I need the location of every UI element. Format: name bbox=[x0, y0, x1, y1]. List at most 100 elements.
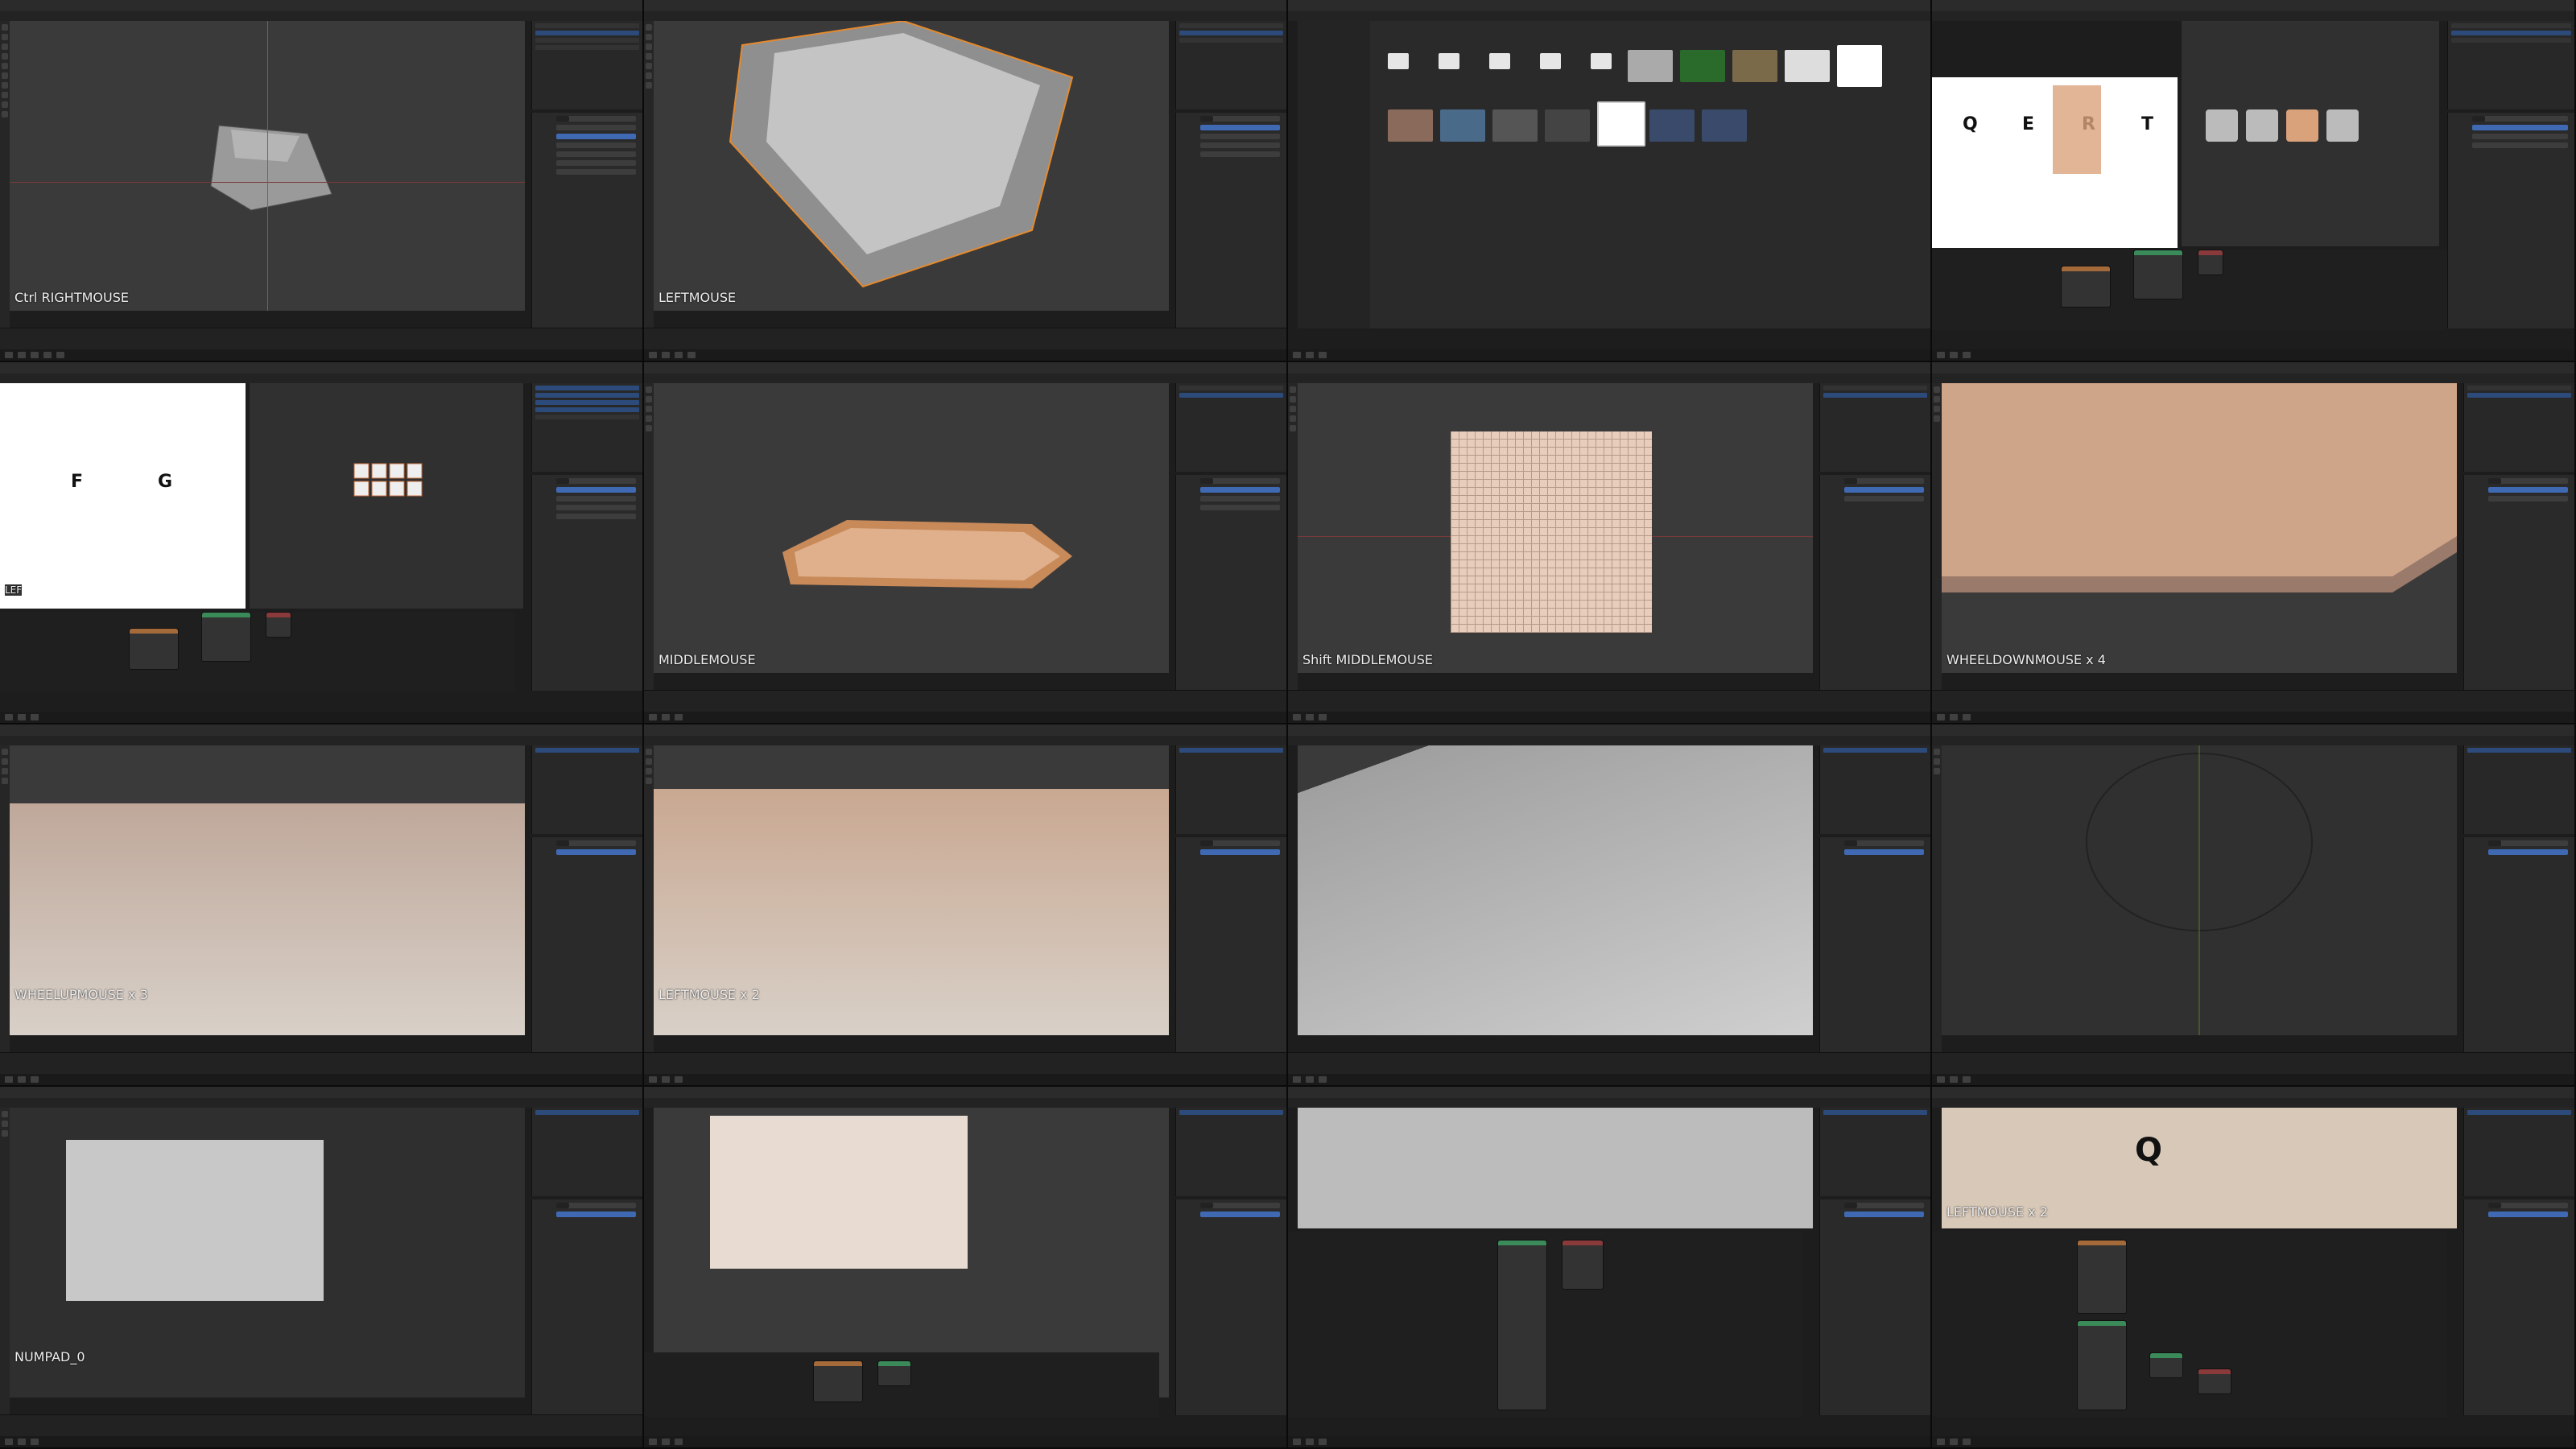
properties-panel[interactable] bbox=[531, 475, 642, 691]
folder-icon[interactable] bbox=[1439, 53, 1459, 69]
3d-viewport[interactable] bbox=[250, 383, 523, 609]
outliner[interactable] bbox=[1175, 383, 1286, 472]
bsdf-node[interactable] bbox=[2077, 1320, 2127, 1410]
properties-panel[interactable] bbox=[1819, 475, 1930, 691]
properties-panel[interactable] bbox=[1175, 113, 1286, 328]
outliner[interactable] bbox=[1175, 1108, 1286, 1196]
timeline[interactable] bbox=[0, 1052, 642, 1074]
timeline[interactable] bbox=[0, 328, 642, 349]
timeline[interactable] bbox=[1288, 690, 1930, 712]
3d-viewport[interactable]: Shift MIDDLEMOUSE bbox=[1298, 383, 1813, 673]
output-node[interactable] bbox=[2198, 1368, 2231, 1394]
outliner[interactable] bbox=[2463, 745, 2574, 834]
3d-viewport[interactable]: Ctrl RIGHTMOUSE bbox=[10, 21, 525, 311]
menu-bar[interactable] bbox=[644, 736, 1286, 745]
bsdf-node[interactable] bbox=[2133, 250, 2183, 299]
properties-panel[interactable] bbox=[1819, 1199, 1930, 1415]
image-editor[interactable]: F G LEF bbox=[0, 383, 246, 609]
image-editor[interactable]: Q E R T bbox=[1932, 77, 2178, 248]
folder-icon[interactable] bbox=[1591, 53, 1612, 69]
folder-icon[interactable] bbox=[1489, 53, 1510, 69]
outliner[interactable] bbox=[531, 1108, 642, 1196]
keycap-closeup[interactable] bbox=[654, 21, 1169, 311]
image-thumbnail[interactable] bbox=[1388, 109, 1433, 142]
properties-panel[interactable] bbox=[2463, 1199, 2574, 1415]
timeline[interactable] bbox=[644, 1052, 1286, 1074]
menu-bar[interactable] bbox=[1932, 374, 2574, 383]
3d-viewport[interactable]: LEFTMOUSE bbox=[654, 21, 1169, 311]
outliner[interactable] bbox=[1819, 1108, 1930, 1196]
outliner[interactable] bbox=[1175, 21, 1286, 109]
image-thumbnail-selected[interactable] bbox=[1597, 101, 1645, 147]
node-editor[interactable] bbox=[1932, 250, 2447, 330]
image-thumbnail[interactable] bbox=[1440, 109, 1485, 142]
timeline[interactable] bbox=[1932, 690, 2574, 712]
keyboard-perspective[interactable] bbox=[1942, 383, 2457, 673]
image-thumbnail[interactable] bbox=[1785, 50, 1830, 82]
bsdf-node[interactable] bbox=[877, 1360, 911, 1386]
tool-shelf[interactable] bbox=[0, 745, 10, 1053]
texture-node[interactable] bbox=[129, 628, 179, 670]
outliner[interactable] bbox=[1819, 383, 1930, 472]
3d-viewport[interactable]: MIDDLEMOUSE bbox=[654, 383, 1169, 673]
file-browser-sidebar[interactable] bbox=[1298, 21, 1370, 328]
texture-node[interactable] bbox=[2061, 266, 2111, 308]
bsdf-node[interactable] bbox=[201, 612, 251, 662]
properties-panel[interactable] bbox=[1819, 837, 1930, 1053]
file-browser[interactable] bbox=[1298, 21, 1930, 328]
image-thumbnail[interactable] bbox=[1680, 50, 1725, 82]
timeline[interactable] bbox=[644, 690, 1286, 712]
properties-panel[interactable] bbox=[1175, 1199, 1286, 1415]
node-editor[interactable] bbox=[0, 612, 515, 692]
properties-panel[interactable] bbox=[1175, 837, 1286, 1053]
tool-shelf[interactable] bbox=[1932, 745, 1942, 1053]
3d-viewport[interactable]: NUMPAD_0 bbox=[10, 1108, 525, 1397]
menu-bar[interactable] bbox=[1932, 11, 2574, 21]
keyboard-mesh[interactable] bbox=[654, 383, 1169, 673]
3d-viewport[interactable] bbox=[1942, 745, 2457, 1035]
keycap-r[interactable] bbox=[2286, 109, 2318, 142]
properties-panel[interactable] bbox=[531, 837, 642, 1053]
tool-shelf[interactable] bbox=[0, 21, 10, 328]
3d-viewport[interactable] bbox=[1298, 745, 1813, 1035]
menu-bar[interactable] bbox=[1932, 736, 2574, 745]
output-node[interactable] bbox=[266, 612, 291, 638]
3d-viewport[interactable]: Q LEFTMOUSE x 2 bbox=[1942, 1108, 2457, 1228]
keycap-q[interactable] bbox=[2206, 109, 2238, 142]
mix-node[interactable] bbox=[2149, 1352, 2183, 1378]
image-thumbnail[interactable] bbox=[1837, 45, 1882, 87]
keyboard-topview[interactable] bbox=[1451, 431, 1652, 633]
keycap-e[interactable] bbox=[2246, 109, 2278, 142]
menu-bar[interactable] bbox=[644, 374, 1286, 383]
node-editor[interactable] bbox=[1932, 1232, 2447, 1417]
outliner[interactable] bbox=[1175, 745, 1286, 834]
output-node[interactable] bbox=[1562, 1240, 1604, 1290]
menu-bar[interactable] bbox=[1288, 374, 1930, 383]
outliner[interactable] bbox=[531, 745, 642, 834]
menu-bar[interactable] bbox=[0, 736, 642, 745]
3d-viewport[interactable]: WHEELUPMOUSE x 3 bbox=[10, 745, 525, 1035]
menu-bar[interactable] bbox=[1288, 11, 1930, 21]
outliner[interactable] bbox=[2447, 21, 2574, 109]
outliner[interactable] bbox=[1819, 745, 1930, 834]
image-thumbnail[interactable] bbox=[1732, 50, 1777, 82]
3d-viewport[interactable]: WHEELDOWNMOUSE x 4 bbox=[1942, 383, 2457, 673]
menu-bar[interactable] bbox=[644, 11, 1286, 21]
menu-bar[interactable] bbox=[0, 11, 642, 21]
keycap-grid[interactable] bbox=[250, 383, 523, 609]
menu-bar[interactable] bbox=[0, 374, 642, 383]
keycap-t[interactable] bbox=[2326, 109, 2359, 142]
properties-panel[interactable] bbox=[2447, 113, 2574, 328]
texture-node[interactable] bbox=[2077, 1240, 2127, 1314]
image-thumbnail[interactable] bbox=[1545, 109, 1590, 142]
properties-panel[interactable] bbox=[531, 1199, 642, 1415]
image-thumbnail[interactable] bbox=[1649, 109, 1695, 142]
outliner[interactable] bbox=[531, 383, 642, 472]
timeline[interactable] bbox=[1288, 1052, 1930, 1074]
tool-shelf[interactable] bbox=[644, 745, 654, 1053]
properties-panel[interactable] bbox=[531, 113, 642, 328]
tool-shelf[interactable] bbox=[1932, 383, 1942, 691]
folder-icon[interactable] bbox=[1388, 53, 1409, 69]
menu-bar[interactable] bbox=[1288, 736, 1930, 745]
image-thumbnail[interactable] bbox=[1492, 109, 1538, 142]
